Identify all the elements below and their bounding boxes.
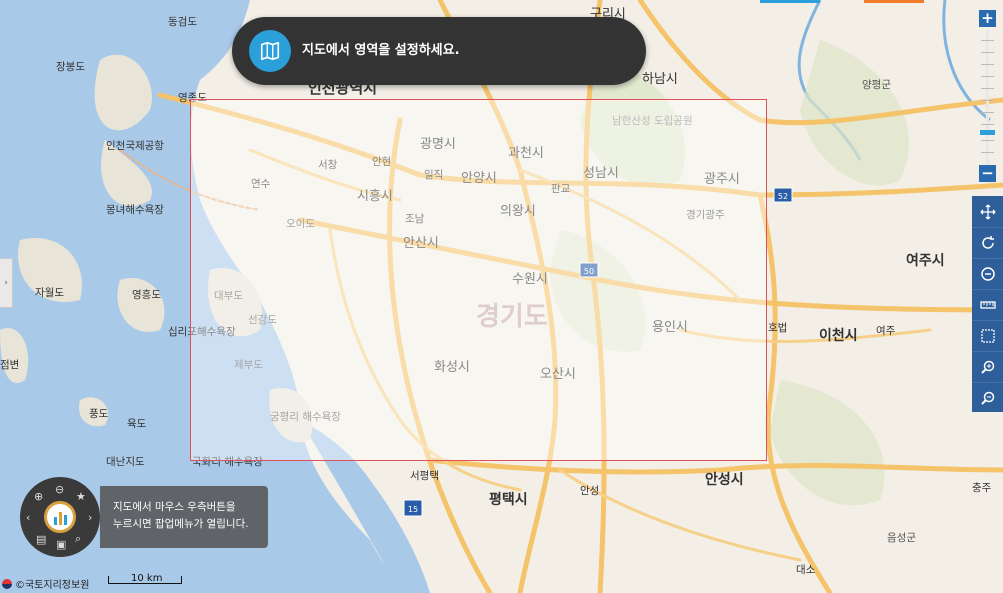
pan-icon[interactable] <box>972 196 1003 228</box>
zoom-tick <box>981 40 994 41</box>
zoom-tick <box>981 76 994 77</box>
print-icon[interactable]: ▤ <box>36 533 46 546</box>
label-place: 대소 <box>796 564 816 576</box>
zoom-in-icon[interactable]: ⊕ <box>34 490 43 503</box>
label-city: 하남시 <box>642 72 678 87</box>
zoom-tick <box>981 88 994 89</box>
zoom-slider-handle[interactable] <box>980 130 995 135</box>
hint-box: 지도에서 마우스 우측버튼을 누르시면 팝업메뉴가 열립니다. <box>100 486 268 548</box>
zoom-tick <box>981 152 994 153</box>
label-place: 동검도 <box>168 16 197 28</box>
label-place: 육도 <box>127 418 147 430</box>
side-panel-toggle[interactable]: › <box>0 258 13 308</box>
label-place: 대난지도 <box>106 456 145 468</box>
refresh-icon[interactable] <box>972 227 1003 259</box>
label-city: 여주시 <box>906 252 945 269</box>
zoom-in-button[interactable]: + <box>979 10 996 27</box>
distance-icon[interactable] <box>972 289 1003 321</box>
label-place: 인천국제공항 <box>106 140 164 152</box>
area-icon[interactable] <box>972 320 1003 352</box>
scale-label: 10 km <box>131 573 163 584</box>
hint-line: 누르시면 팝업메뉴가 열립니다. <box>113 518 249 530</box>
zoom-tick <box>981 100 994 101</box>
rotate-icon[interactable] <box>972 258 1003 290</box>
zoom-out-icon[interactable] <box>972 382 1003 414</box>
label-place: 서평택 <box>410 470 439 482</box>
selection-rectangle[interactable] <box>190 99 767 461</box>
label-place: 호법 <box>768 322 787 334</box>
map-toolbar <box>972 196 1003 414</box>
toast-message: 지도에서 영역을 설정하세요. <box>302 43 460 58</box>
copyright-text: ©국토지리정보원 <box>15 580 90 591</box>
chevron-right-icon[interactable]: › <box>88 511 92 524</box>
control-wheel: ⊕ ⊖ ★ ‹ › ▤ ▣ ⌕ <box>20 477 100 557</box>
ngii-logo-icon <box>2 578 12 589</box>
header-strip <box>760 0 820 3</box>
zoom-out-icon[interactable]: ⊖ <box>55 483 64 496</box>
chart-icon[interactable] <box>44 501 76 533</box>
zoom-tick <box>981 140 994 141</box>
zoom-tick <box>981 52 994 53</box>
chevron-right-icon: › <box>4 278 8 288</box>
chevron-left-icon[interactable]: ‹ <box>26 511 30 524</box>
svg-text:52: 52 <box>778 192 788 201</box>
label-city: 이천시 <box>819 327 858 344</box>
label-place: 양평군 <box>862 79 891 91</box>
label-city: 안성시 <box>705 471 744 488</box>
road-shield-15: 15 <box>403 499 423 517</box>
zoom-track[interactable] <box>986 30 989 168</box>
zoom-tick <box>981 64 994 65</box>
header-strip <box>864 0 924 3</box>
copyright: ©국토지리정보원 <box>2 576 89 591</box>
label-city: 평택시 <box>489 491 528 508</box>
zoom-control[interactable]: + − <box>979 10 997 182</box>
zoom-in-icon[interactable] <box>972 351 1003 383</box>
label-place: 영흥도 <box>132 288 161 301</box>
zoom-out-button[interactable]: − <box>979 165 996 182</box>
image-icon[interactable]: ▣ <box>56 538 66 551</box>
label-place: 여주 <box>876 325 896 337</box>
hint-line: 지도에서 마우스 우측버튼을 <box>113 501 236 513</box>
map-icon <box>249 30 291 72</box>
search-icon[interactable]: ⌕ <box>75 532 81 546</box>
label-place: 풍도 <box>89 408 109 420</box>
zoom-tick <box>981 124 994 125</box>
label-place: 몽녀해수욕장 <box>106 203 164 216</box>
label-place: 음성군 <box>887 532 916 544</box>
zoom-tick <box>981 112 994 113</box>
svg-text:15: 15 <box>408 505 418 514</box>
label-place: 자월도 <box>35 287 64 299</box>
label-place: 점변 <box>0 359 19 371</box>
favorite-icon[interactable]: ★ <box>76 490 86 503</box>
label-place: 안성 <box>580 485 599 497</box>
label-place: 장봉도 <box>56 61 85 73</box>
label-place: 충주 <box>972 482 992 494</box>
road-shield-52: 52 <box>773 187 793 203</box>
notification-toast: 지도에서 영역을 설정하세요. <box>232 17 646 85</box>
